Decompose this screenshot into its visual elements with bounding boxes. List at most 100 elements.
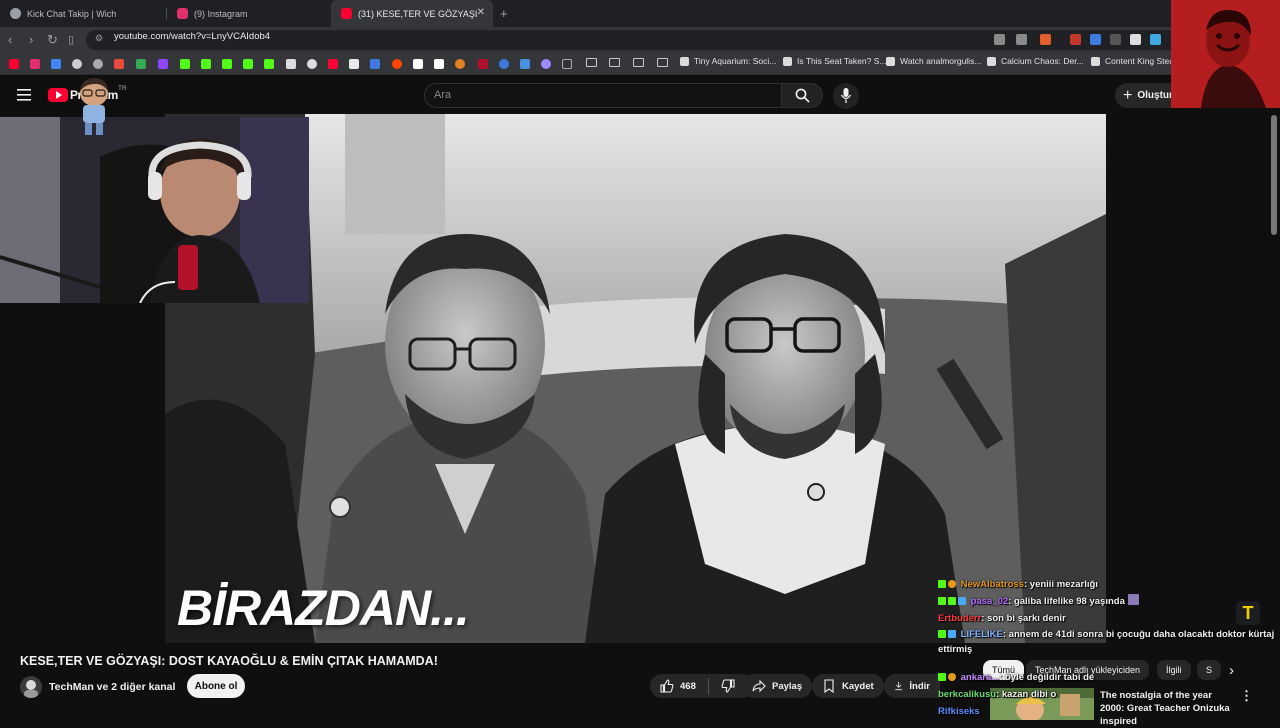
extension-icon[interactable] [1150, 34, 1161, 45]
create-label: Oluştur [1137, 90, 1173, 101]
youtube-icon [341, 8, 352, 19]
extension-icon[interactable] [1090, 34, 1101, 45]
extension-icon[interactable] [1110, 34, 1121, 45]
bookmark-seat-taken[interactable]: Is This Seat Taken? S... [783, 56, 886, 66]
search-input[interactable] [424, 83, 782, 108]
bookmark-icon[interactable] [499, 59, 509, 69]
youtube-logo-icon[interactable] [48, 88, 68, 102]
subscribe-button[interactable]: Abone ol [187, 674, 245, 698]
country-code: TR [118, 85, 127, 92]
brave-shield-icon[interactable] [1040, 34, 1051, 45]
like-dislike-group: 468 [650, 674, 754, 698]
kick-bookmark-icon[interactable] [201, 59, 211, 69]
tab-title: (9) Instagram [194, 8, 248, 19]
channel-name[interactable]: TechMan ve 2 diğer kanal [49, 681, 175, 693]
drive-bookmark-icon[interactable] [136, 59, 146, 69]
bookmark-icon[interactable] [243, 59, 253, 69]
voice-search-button[interactable] [833, 83, 859, 109]
plus-icon: + [1123, 86, 1133, 104]
reddit-bookmark-icon[interactable] [392, 59, 402, 69]
kick-bookmark-icon[interactable] [180, 59, 190, 69]
share-icon[interactable] [1016, 34, 1027, 45]
tab-instagram[interactable]: (9) Instagram [167, 0, 331, 27]
tab-youtube-active[interactable]: (31) KESE,TER VE GÖZYAŞI: DOST ✕ [331, 0, 493, 27]
chat-message: LIFELIKE: annem de 41di sonra bi çocuğu … [938, 627, 1280, 657]
page-scrollbar[interactable] [1271, 115, 1277, 235]
hamburger-menu-icon[interactable] [17, 89, 31, 101]
kick-bookmark-icon[interactable] [222, 59, 232, 69]
kick-badge-icon [938, 597, 946, 605]
share-button[interactable]: Paylaş [742, 674, 813, 698]
reload-icon[interactable]: ↻ [47, 32, 58, 48]
search-button[interactable] [781, 83, 823, 108]
search-icon [795, 88, 810, 103]
bookmark-icon[interactable] [434, 59, 444, 69]
bookmark-label: Is This Seat Taken? S... [797, 56, 887, 66]
download-button[interactable]: İndir [884, 674, 940, 698]
steam-icon [1091, 56, 1100, 66]
webcam-overlay [0, 117, 309, 303]
save-bookmark-icon [824, 679, 834, 693]
bookmark-calcium-chaos[interactable]: Calcium Chaos: Der... [987, 56, 1084, 66]
bookmark-icon[interactable] [541, 59, 551, 69]
twitch-bookmark-icon[interactable] [158, 59, 168, 69]
chat-text: : yeniii mezarlığı [1024, 579, 1098, 590]
browser-tab-strip: Kick Chat Takip | Wich (9) Instagram (31… [0, 0, 1280, 27]
bookmark-icon[interactable] [307, 59, 317, 69]
chat-text: : öyle değildir tabi de [999, 672, 1095, 683]
extension-icon[interactable] [1130, 34, 1141, 45]
new-tab-button[interactable]: + [500, 6, 508, 21]
bookmark-icon[interactable] [114, 59, 124, 69]
channel-avatar-icon [24, 680, 38, 698]
kick-badge-icon [938, 673, 946, 681]
bookmark-icon[interactable] [264, 59, 274, 69]
bookmark-icon[interactable] [72, 59, 82, 69]
bookmark-label: Content King Steam [1105, 56, 1182, 66]
bookmark-icon[interactable]: ▯ [68, 33, 74, 46]
video-title: KESE,TER VE GÖZYAŞI: DOST KAYAOĞLU & EMİ… [20, 654, 438, 668]
bookmark-icon[interactable] [286, 59, 296, 69]
portrait-image [1171, 0, 1280, 108]
chat-username: LIFELIKE [960, 629, 1003, 640]
channel-avatar[interactable] [20, 676, 42, 698]
close-tab-icon[interactable]: ✕ [477, 7, 485, 18]
bookmark-icon[interactable] [51, 59, 61, 69]
bookmark-icon[interactable] [455, 59, 465, 69]
url-text[interactable]: youtube.com/watch?v=LnyVCAIdob4 [114, 31, 270, 42]
bookmark-icon[interactable] [93, 59, 103, 69]
bookmark-icon[interactable] [520, 59, 530, 69]
bookmark-tiny-aquarium[interactable]: Tiny Aquarium: Soci... [680, 56, 776, 66]
bookmark-label: Calcium Chaos: Der... [1001, 56, 1084, 66]
chat-message: berkcalikusu: kazan dibi o [938, 686, 1280, 703]
back-icon[interactable]: ‹ [8, 32, 12, 47]
chat-username: Ertbuderr [938, 613, 982, 624]
chat-username: pasa_02 [970, 596, 1009, 607]
chat-text: : kazan dibi o [996, 689, 1057, 700]
chat-message: ankara...: öyle değildir tabi de [938, 669, 1280, 686]
extension-icon[interactable] [1070, 34, 1081, 45]
like-button[interactable]: 468 [660, 679, 696, 693]
bookmark-watch[interactable]: Watch analmorgulis... [886, 56, 981, 66]
folder-icon[interactable] [609, 58, 620, 67]
chat-message: NewAlbatross: yeniii mezarlığı [938, 576, 1280, 593]
tab-kick-chat[interactable]: Kick Chat Takip | Wich [0, 0, 166, 27]
folder-icon[interactable] [633, 58, 644, 67]
bookmark-content-king[interactable]: Content King Steam [1091, 56, 1181, 66]
thumbs-down-icon[interactable] [721, 679, 735, 693]
bookmark-icon[interactable] [328, 59, 338, 69]
save-button[interactable]: Kaydet [812, 674, 884, 698]
site-info-icon[interactable]: ⚙ [95, 33, 103, 44]
youtube-bookmark-icon[interactable] [9, 59, 19, 69]
steam-icon [680, 56, 689, 66]
bookmark-icon[interactable] [478, 59, 488, 69]
forward-icon[interactable]: › [29, 32, 33, 47]
emote-icon [1127, 594, 1139, 605]
x-bookmark-icon[interactable] [349, 59, 359, 69]
folder-icon[interactable] [586, 58, 597, 67]
instagram-bookmark-icon[interactable] [30, 59, 40, 69]
cast-icon[interactable] [994, 34, 1005, 45]
bookmark-icon[interactable] [562, 59, 572, 69]
bookmark-icon[interactable] [370, 59, 380, 69]
bookmark-icon[interactable] [413, 59, 423, 69]
folder-icon[interactable] [657, 58, 668, 67]
